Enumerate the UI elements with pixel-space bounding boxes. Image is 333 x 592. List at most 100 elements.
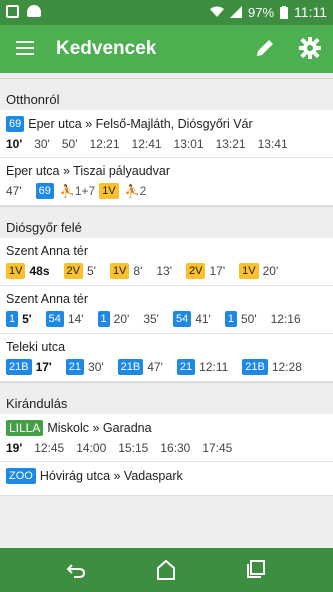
route-line: ZOO Hóvirág utca » Vadaspark (6, 468, 327, 484)
departure-time: 12:28 (271, 360, 302, 374)
favorite-card[interactable]: Szent Anna tér 1V 48s 2V 5' 1V 8' 13' 2V 17' 1V 20' (0, 238, 333, 286)
line-badge: LILLA (6, 420, 44, 436)
route-line: Szent Anna tér (6, 244, 327, 258)
departure-time: 12:21 (89, 137, 120, 151)
departure-times: 47' 69 ⛹1+7 1V ⛹2 (6, 183, 327, 199)
departure-times: 1V 48s 2V 5' 1V 8' 13' 2V 17' 1V 20' (6, 263, 327, 279)
line-badge: 1 (6, 311, 19, 327)
favorite-card[interactable]: Teleki utca 21B 17' 21 30' 21B 47' 21 12:11 21B 12… (0, 334, 333, 382)
favorites-list: Otthonról 69 Eper utca » Felső-Majláth, Di… (0, 78, 333, 548)
line-badge: 1V (6, 263, 26, 279)
departure-time: 5' (86, 264, 96, 278)
settings-icon[interactable] (299, 37, 321, 59)
departure-time: 41' (195, 312, 211, 326)
route-name: Szent Anna tér (6, 292, 89, 306)
signal-icon (230, 6, 242, 18)
route-line: 69 Eper utca » Felső-Majláth, Diósgyőri V… (6, 116, 327, 132)
departure-times: 1 5' 54 14' 1 20' 35' 54 41' 1 50' 12:16 (6, 311, 327, 327)
section-header: Otthonról (0, 78, 333, 110)
departure-time: 14' (67, 312, 84, 326)
route-name: Szent Anna tér (6, 244, 89, 258)
recents-icon[interactable] (247, 560, 265, 578)
departure-time: 13:01 (173, 137, 204, 151)
route-name: Miskolc » Garadna (47, 421, 152, 435)
line-badge: 2V (186, 263, 206, 279)
walk-transfer: ⛹1+7 (59, 184, 96, 198)
back-icon[interactable] (66, 560, 86, 580)
departure-time: 48s (29, 264, 50, 278)
departure-time: 15:15 (118, 441, 149, 455)
battery-icon (280, 5, 289, 19)
favorite-card[interactable]: Eper utca » Tiszai pályaudvar 47' 69 ⛹1+7 1V… (0, 158, 333, 206)
line-badge: ZOO (6, 468, 36, 484)
line-badge: 21 (176, 359, 196, 375)
menu-icon[interactable] (16, 41, 34, 55)
departure-time: 35' (143, 312, 159, 326)
departure-time: 16:30 (160, 441, 191, 455)
favorite-card[interactable]: LILLA Miskolc » Garadna 19' 12:45 14:00 15:15… (0, 414, 333, 462)
departure-time: 12:41 (131, 137, 162, 151)
favorite-card[interactable]: ZOO Hóvirág utca » Vadaspark (0, 462, 333, 496)
departure-time: 12:45 (34, 441, 65, 455)
app-bar: Kedvencek (0, 25, 333, 73)
departure-time: 5' (22, 312, 32, 326)
departure-time: 30' (34, 137, 50, 151)
line-badge: 21B (6, 359, 32, 375)
route-line: Szent Anna tér (6, 292, 327, 306)
departure-time: 20' (113, 312, 130, 326)
section-header: Diósgyőr felé (0, 206, 333, 238)
route-name: Hóvirág utca » Vadaspark (39, 469, 183, 483)
status-bar: 97% 11:11 (0, 0, 333, 25)
line-badge: 1 (224, 311, 237, 327)
line-badge: 21B (242, 359, 268, 375)
route-line: Eper utca » Tiszai pályaudvar (6, 164, 327, 178)
route-name: Eper utca » Tiszai pályaudvar (6, 164, 170, 178)
departure-time: 30' (88, 360, 104, 374)
section-header: Kirándulás (0, 382, 333, 414)
line-badge: 54 (172, 311, 192, 327)
route-name: Teleki utca (6, 340, 66, 354)
wifi-icon (210, 6, 224, 17)
departure-time: 13:21 (215, 137, 246, 151)
departure-time: 50' (240, 312, 257, 326)
departure-time: 17:45 (202, 441, 233, 455)
line-badge: 21 (65, 359, 85, 375)
departure-time: 12:16 (270, 312, 301, 326)
line-badge: 54 (45, 311, 64, 327)
clock: 11:11 (294, 4, 327, 20)
departure-time: 13:41 (257, 137, 288, 151)
line-badge: 69 (6, 116, 25, 132)
line-badge: 1V (239, 263, 259, 279)
departure-time: 14:00 (76, 441, 107, 455)
line-badge: 69 (35, 183, 54, 199)
edit-icon[interactable] (255, 38, 275, 58)
line-badge: 1 (97, 311, 110, 327)
departure-time: 12:11 (199, 360, 229, 374)
page-title: Kedvencek (56, 38, 157, 59)
line-badge: 21B (117, 359, 144, 375)
favorite-card[interactable]: 69 Eper utca » Felső-Majláth, Diósgyőri V… (0, 110, 333, 158)
departure-time: 47' (147, 360, 163, 374)
line-badge: 1V (109, 263, 130, 279)
departure-times: 19' 12:45 14:00 15:15 16:30 17:45 (6, 441, 327, 455)
departure-time: 20' (262, 264, 279, 278)
departure-time: 17' (209, 264, 226, 278)
route-line: Teleki utca (6, 340, 327, 354)
departure-time: 19' (6, 441, 23, 455)
android-icon (27, 5, 41, 17)
system-nav-bar (0, 548, 333, 592)
walk-transfer: ⛹2 (124, 184, 147, 198)
departure-time: 8' (133, 264, 143, 278)
departure-time: 10' (6, 137, 23, 151)
departure-time: 17' (35, 360, 52, 374)
home-icon[interactable] (157, 560, 175, 580)
departure-times: 10' 30' 50' 12:21 12:41 13:01 13:21 13:41 (6, 137, 327, 151)
favorite-card[interactable]: Szent Anna tér 1 5' 54 14' 1 20' 35' 54 41' 1 50' 12… (0, 286, 333, 334)
departure-time: 47' (6, 184, 22, 198)
departure-time: 50' (61, 137, 78, 151)
notification-icon (6, 5, 19, 18)
line-badge: 1V (99, 183, 119, 199)
departure-times: 21B 17' 21 30' 21B 47' 21 12:11 21B 12:28 (6, 359, 327, 375)
battery-percent: 97% (248, 4, 275, 20)
line-badge: 2V (63, 263, 83, 279)
